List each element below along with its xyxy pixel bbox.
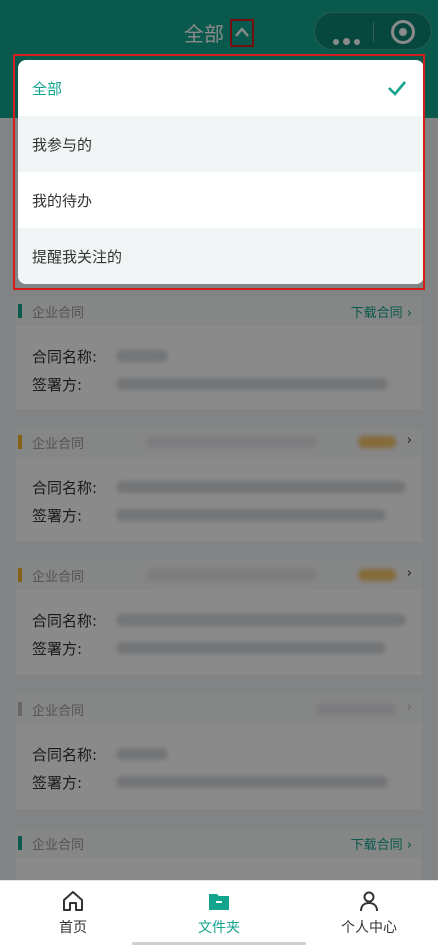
home-indicator (132, 942, 306, 945)
tab-profile[interactable]: 个人中心 (309, 889, 429, 937)
home-icon (63, 891, 83, 911)
tab-label: 个人中心 (341, 920, 397, 936)
tab-folder[interactable]: 文件夹 (159, 889, 279, 937)
folder-icon (209, 894, 229, 910)
tab-home[interactable]: 首页 (13, 889, 133, 937)
tab-label: 首页 (59, 920, 87, 936)
tab-label: 文件夹 (198, 920, 240, 936)
highlight-frame (13, 54, 425, 290)
tab-bar: 首页 文件夹 个人中心 (0, 880, 438, 949)
person-icon (360, 891, 378, 912)
